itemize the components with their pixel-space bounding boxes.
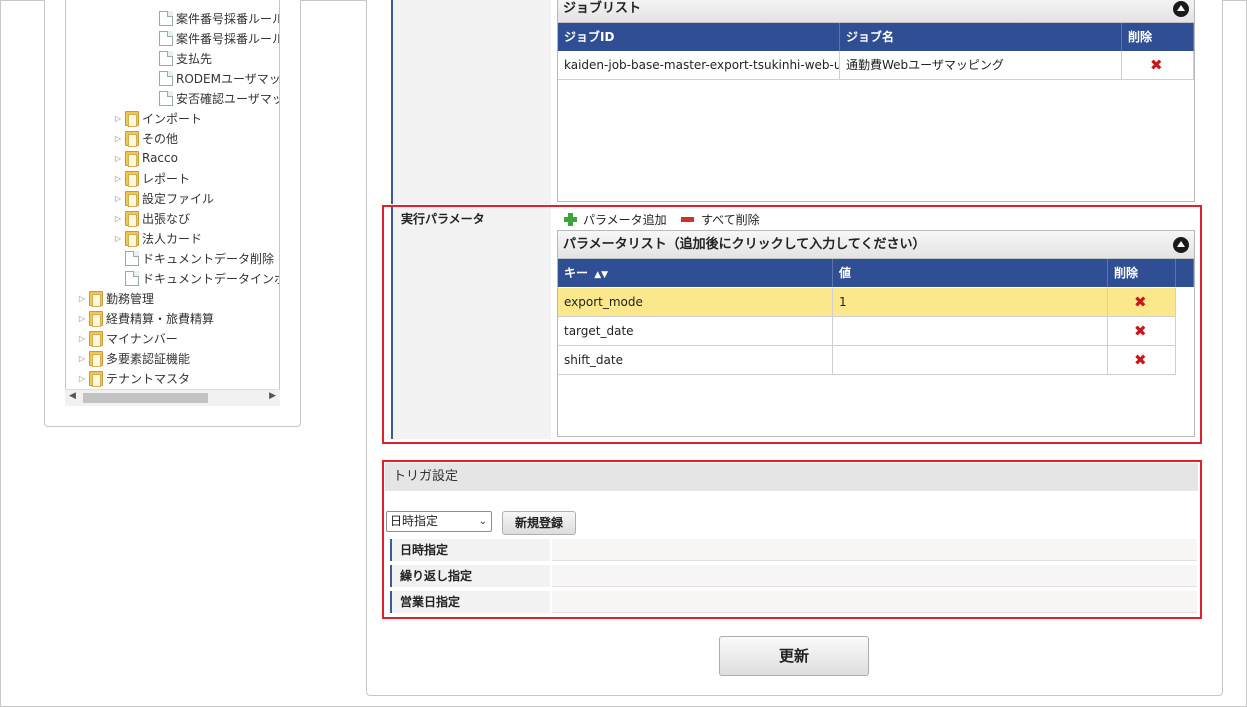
expand-arrow-icon[interactable]: ▷ [75, 314, 89, 323]
expand-arrow-icon[interactable]: ▷ [111, 114, 125, 123]
expand-arrow-icon[interactable]: ▷ [111, 234, 125, 243]
document-icon [159, 50, 173, 66]
tree-item-label: 安否確認ユーザマッピ [176, 91, 279, 106]
folder-icon [89, 290, 103, 307]
folder-icon [125, 230, 139, 247]
tree-item-label: 法人カード [142, 231, 203, 246]
folder-tree: 案件番号採番ルール案件番号採番ルール支払先 RODEMユーザマッピ安否確認ユーザマ… [65, 0, 280, 406]
tree-item-label: Racco [142, 151, 178, 165]
tree-item[interactable]: ▷ レポート [111, 168, 190, 188]
scroll-right-icon[interactable]: ▶ [269, 391, 276, 401]
folder-icon [125, 170, 139, 187]
folder-icon [89, 350, 103, 367]
tree-item-label: 経費精算・旅費精算 [106, 311, 215, 326]
tree-item[interactable]: ▷ 経費精算・旅費精算 [75, 308, 214, 328]
trigger-highlight-box [382, 460, 1202, 619]
tree-item[interactable]: ▷ テナントマスタ [75, 368, 190, 388]
document-icon [159, 90, 173, 106]
update-button[interactable]: 更新 [719, 636, 869, 676]
job-name-cell[interactable]: 通勤費Webユーザマッピング [840, 51, 1122, 80]
tree-item[interactable]: ▷ 勤務管理 [75, 288, 154, 308]
tree-item-label: 案件番号採番ルール [176, 31, 280, 46]
document-icon [125, 270, 139, 286]
job-section-label-column [391, 0, 551, 204]
folder-icon [125, 190, 139, 207]
tree-item[interactable]: 支払先 [145, 48, 212, 68]
tree-horizontal-scrollbar[interactable]: ◀ ▶ [65, 389, 280, 406]
tree-item[interactable]: ドキュメントデータインポー [111, 268, 279, 288]
tree-item[interactable]: ▷ 出張なび [111, 208, 190, 228]
tree-item-label: インポート [142, 111, 203, 126]
job-delete-cell[interactable]: ✖ [1122, 51, 1194, 80]
folder-icon [125, 150, 139, 167]
tree-item[interactable]: ▷ 法人カード [111, 228, 202, 248]
expand-arrow-icon[interactable]: ▷ [75, 334, 89, 343]
folder-icon [125, 130, 139, 147]
folder-icon [89, 310, 103, 327]
tree-item[interactable]: ▷ Racco [111, 148, 178, 168]
expand-arrow-icon[interactable]: ▷ [75, 294, 89, 303]
tree-item[interactable]: ▷ その他 [111, 128, 178, 148]
tree-item[interactable]: ▷ 設定ファイル [111, 188, 214, 208]
scroll-left-icon[interactable]: ◀ [69, 391, 76, 401]
tree-item-label: 設定ファイル [142, 191, 215, 206]
delete-icon[interactable]: ✖ [1150, 51, 1163, 79]
expand-arrow-icon[interactable]: ▷ [111, 134, 125, 143]
tree-item[interactable]: 案件番号採番ルール [145, 28, 280, 48]
tree-item[interactable]: ▷ インポート [111, 108, 202, 128]
document-icon [159, 10, 173, 26]
folder-icon [125, 110, 139, 127]
tree-item-label: ドキュメントデータインポー [142, 271, 279, 286]
tree-item[interactable]: ▷ 多要素認証機能 [75, 348, 190, 368]
expand-arrow-icon[interactable]: ▷ [75, 354, 89, 363]
document-icon [159, 30, 173, 46]
tree-item-label: マイナンバー [106, 331, 178, 346]
document-icon [125, 250, 139, 266]
expand-arrow-icon[interactable]: ▷ [111, 154, 125, 163]
tree-item[interactable]: ▷ マイナンバー [75, 328, 178, 348]
expand-arrow-icon[interactable]: ▷ [111, 194, 125, 203]
tree-item-label: RODEMユーザマッピ [176, 71, 280, 86]
expand-arrow-icon[interactable]: ▷ [75, 374, 89, 383]
tree-item-label: 支払先 [176, 51, 213, 66]
document-icon [159, 70, 173, 86]
tree-item-label: 出張なび [142, 211, 191, 226]
tree-item-label: テナントマスタ [106, 371, 191, 386]
folder-icon [125, 210, 139, 227]
tree-item-label: 勤務管理 [106, 291, 155, 306]
tree-item-label: その他 [142, 131, 179, 146]
job-list-title: ジョブリスト [558, 0, 1194, 23]
tree-item-label: 案件番号採番ルール [176, 11, 280, 26]
job-list-grid: ジョブリスト ジョブID ジョブ名 削除 kaiden-job-base-mas… [557, 0, 1195, 202]
folder-icon [89, 330, 103, 347]
tree-item-label: 多要素認証機能 [106, 351, 191, 366]
folder-icon [89, 370, 103, 387]
job-list-title-text: ジョブリスト [563, 1, 642, 16]
job-id-cell[interactable]: kaiden-job-base-master-export-tsukinhi-w… [558, 51, 840, 80]
tree-item[interactable]: RODEMユーザマッピ [145, 68, 280, 88]
job-id-header[interactable]: ジョブID [558, 23, 840, 51]
expand-arrow-icon[interactable]: ▷ [111, 214, 125, 223]
tree-item[interactable]: 案件番号採番ルール [145, 8, 280, 28]
collapse-icon[interactable] [1173, 1, 1189, 17]
tree-item[interactable]: ドキュメントデータ削除 [111, 248, 274, 268]
tree-item-label: レポート [142, 171, 191, 186]
job-name-header[interactable]: ジョブ名 [840, 23, 1122, 51]
job-delete-header: 削除 [1122, 23, 1194, 51]
tree-item[interactable]: 安否確認ユーザマッピ [145, 88, 279, 108]
parameter-highlight-box [382, 205, 1202, 444]
scrollbar-thumb[interactable] [83, 393, 208, 403]
expand-arrow-icon[interactable]: ▷ [111, 174, 125, 183]
tree-item-label: ドキュメントデータ削除 [142, 251, 275, 266]
